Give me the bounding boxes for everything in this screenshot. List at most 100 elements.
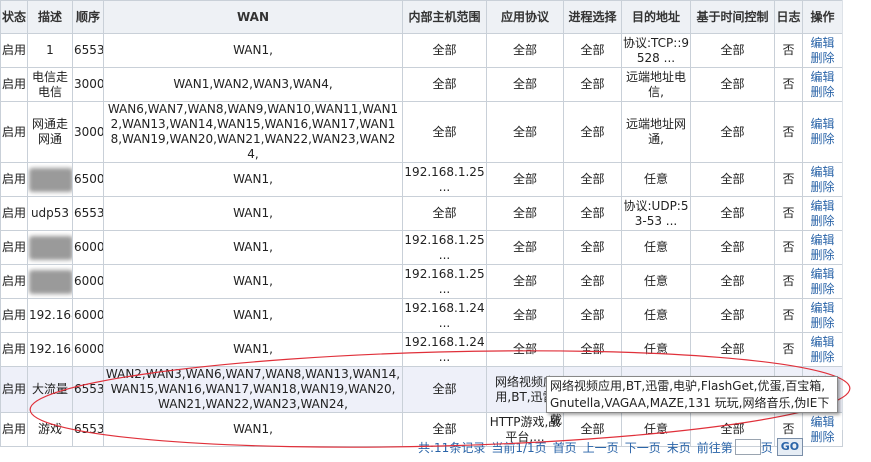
actions-cell: 编辑删除 — [802, 101, 843, 163]
last-page-link[interactable]: 末页 — [667, 439, 691, 456]
order-cell: 65000 — [72, 162, 104, 197]
header-log: 日志 — [774, 0, 803, 34]
header-time-control: 基于时间控制 — [690, 0, 775, 34]
edit-link[interactable]: 编辑 — [804, 301, 841, 316]
edit-link[interactable]: 编辑 — [804, 267, 841, 282]
record-count: 共:11条记录 — [418, 440, 486, 455]
protocol-cell: 全部 — [486, 332, 564, 367]
table-header-row: 状态 描述 顺序 WAN 内部主机范围 应用协议 进程选择 目的地址 基于时间控制 日志 操作 — [0, 0, 843, 34]
desc-cell: 1 — [27, 33, 73, 68]
desc-cell — [27, 230, 73, 265]
edit-link[interactable]: 编辑 — [804, 233, 841, 248]
page-indicator: 当前1/1页 — [491, 440, 547, 455]
host-range-cell: 192.168.1.25 ... — [402, 162, 487, 197]
first-page-link[interactable]: 首页 — [553, 439, 577, 456]
process-cell: 全部 — [563, 332, 622, 367]
time-control-cell: 全部 — [690, 67, 775, 102]
delete-link[interactable]: 删除 — [804, 430, 841, 445]
header-app-protocol: 应用协议 — [486, 0, 564, 34]
delete-link[interactable]: 删除 — [804, 282, 841, 297]
desc-cell — [27, 162, 73, 197]
host-range-cell: 全部 — [402, 67, 487, 102]
table-row: 启用60000WAN1,192.168.1.25 ...全部全部任意全部否编辑删… — [0, 230, 843, 265]
delete-link[interactable]: 删除 — [804, 316, 841, 331]
status-cell: 启用 — [0, 298, 28, 333]
order-cell: 60000 — [72, 264, 104, 299]
protocol-cell: 全部 — [486, 196, 564, 231]
status-cell: 启用 — [0, 196, 28, 231]
edit-link[interactable]: 编辑 — [804, 70, 841, 85]
log-cell: 否 — [774, 298, 803, 333]
order-cell: 65535 — [72, 33, 104, 68]
wan-cell: WAN1, — [103, 412, 403, 447]
delete-link[interactable]: 删除 — [804, 350, 841, 365]
delete-link[interactable]: 删除 — [804, 180, 841, 195]
desc-cell: 网通走网通 — [27, 101, 73, 163]
desc-cell: 游戏 — [27, 412, 73, 447]
go-button[interactable]: GO — [776, 438, 804, 456]
order-cell: 60000 — [72, 230, 104, 265]
destination-cell: 任意 — [621, 162, 691, 197]
time-control-cell: 全部 — [690, 33, 775, 68]
prev-page-link[interactable]: 上一页 — [583, 439, 619, 456]
time-control-cell: 全部 — [690, 101, 775, 163]
host-range-cell: 全部 — [402, 366, 487, 413]
edit-link[interactable]: 编辑 — [804, 415, 841, 430]
edit-link[interactable]: 编辑 — [804, 36, 841, 51]
host-range-cell: 全部 — [402, 33, 487, 68]
next-page-link[interactable]: 下一页 — [625, 439, 661, 456]
time-control-cell: 全部 — [690, 230, 775, 265]
right-gutter — [842, 0, 871, 430]
protocol-cell: 全部 — [486, 67, 564, 102]
order-cell: 60000 — [72, 332, 104, 367]
process-cell: 全部 — [563, 33, 622, 68]
edit-link[interactable]: 编辑 — [804, 335, 841, 350]
status-cell: 启用 — [0, 101, 28, 163]
process-cell: 全部 — [563, 67, 622, 102]
page-number-input[interactable] — [734, 439, 761, 455]
table-row: 启用网通走网通30000WAN6,WAN7,WAN8,WAN9,WAN10,WA… — [0, 101, 843, 163]
table-row: 启用192.168.1.24960000WAN1,192.168.1.24 ..… — [0, 298, 843, 333]
log-cell: 否 — [774, 101, 803, 163]
process-cell: 全部 — [563, 264, 622, 299]
delete-link[interactable]: 删除 — [804, 132, 841, 147]
edit-link[interactable]: 编辑 — [804, 199, 841, 214]
delete-link[interactable]: 删除 — [804, 248, 841, 263]
desc-cell: 大流量 — [27, 366, 73, 413]
process-cell: 全部 — [563, 196, 622, 231]
delete-link[interactable]: 删除 — [804, 214, 841, 229]
wan-cell: WAN1, — [103, 162, 403, 197]
delete-link[interactable]: 删除 — [804, 51, 841, 66]
wan-cell: WAN1, — [103, 196, 403, 231]
header-destination: 目的地址 — [621, 0, 691, 34]
protocol-cell: 全部 — [486, 298, 564, 333]
destination-cell: 任意 — [621, 264, 691, 299]
log-cell: 否 — [774, 67, 803, 102]
header-process: 进程选择 — [563, 0, 622, 34]
header-status: 状态 — [0, 0, 28, 34]
time-control-cell: 全部 — [690, 162, 775, 197]
log-cell: 否 — [774, 162, 803, 197]
destination-cell: 任意 — [621, 332, 691, 367]
status-cell: 启用 — [0, 162, 28, 197]
desc-cell: 电信走电信 — [27, 67, 73, 102]
actions-cell: 编辑删除 — [802, 196, 843, 231]
protocol-cell: 全部 — [486, 33, 564, 68]
process-cell: 全部 — [563, 101, 622, 163]
host-range-cell: 192.168.1.24 ... — [402, 298, 487, 333]
wan-cell: WAN1, — [103, 298, 403, 333]
wan-cell: WAN1, — [103, 332, 403, 367]
edit-link[interactable]: 编辑 — [804, 117, 841, 132]
actions-cell: 编辑删除 — [802, 67, 843, 102]
header-host-range: 内部主机范围 — [402, 0, 487, 34]
order-cell: 30000 — [72, 101, 104, 163]
redacted-description — [29, 235, 72, 260]
delete-link[interactable]: 删除 — [804, 85, 841, 100]
actions-cell: 编辑删除 — [802, 162, 843, 197]
status-cell: 启用 — [0, 264, 28, 299]
protocol-cell: 全部 — [486, 230, 564, 265]
edit-link[interactable]: 编辑 — [804, 165, 841, 180]
log-cell: 否 — [774, 264, 803, 299]
wan-cell: WAN1, — [103, 264, 403, 299]
wan-cell: WAN1,WAN2,WAN3,WAN4, — [103, 67, 403, 102]
